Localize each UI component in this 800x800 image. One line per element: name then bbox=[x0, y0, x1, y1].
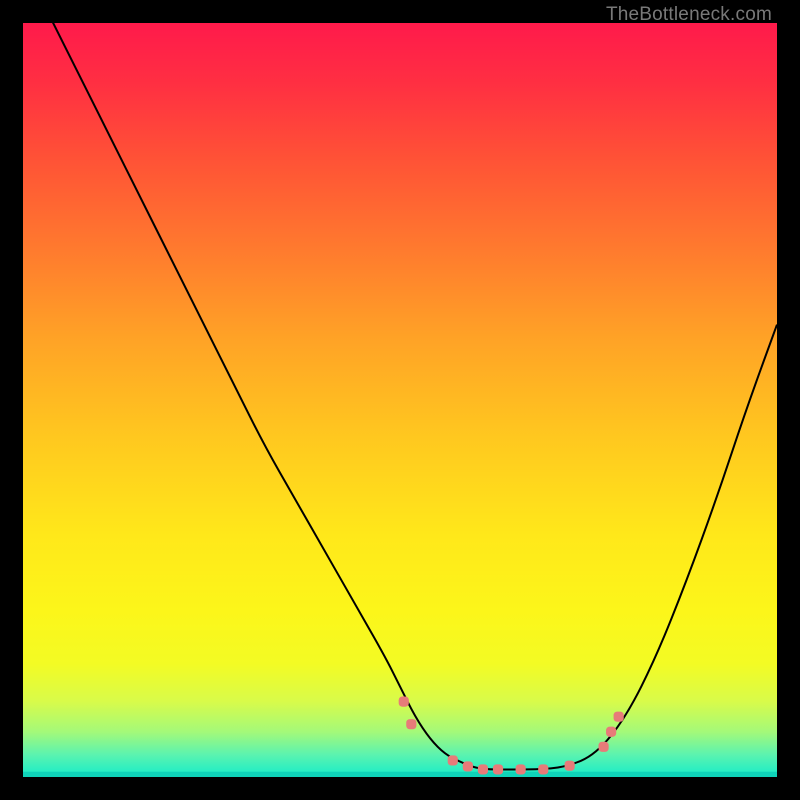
marker-point bbox=[399, 697, 409, 707]
marker-point bbox=[493, 764, 503, 774]
marker-point bbox=[406, 719, 416, 729]
marker-point bbox=[478, 764, 488, 774]
watermark-text: TheBottleneck.com bbox=[606, 4, 772, 26]
marker-point bbox=[598, 742, 608, 752]
plot-area bbox=[23, 23, 777, 777]
curve-markers bbox=[23, 23, 777, 777]
marker-point bbox=[516, 764, 526, 774]
marker-point bbox=[565, 761, 575, 771]
marker-point bbox=[448, 755, 458, 765]
marker-point bbox=[606, 727, 616, 737]
marker-point bbox=[463, 761, 473, 771]
chart-frame: TheBottleneck.com bbox=[0, 0, 800, 800]
marker-point bbox=[614, 712, 624, 722]
marker-point bbox=[538, 764, 548, 774]
